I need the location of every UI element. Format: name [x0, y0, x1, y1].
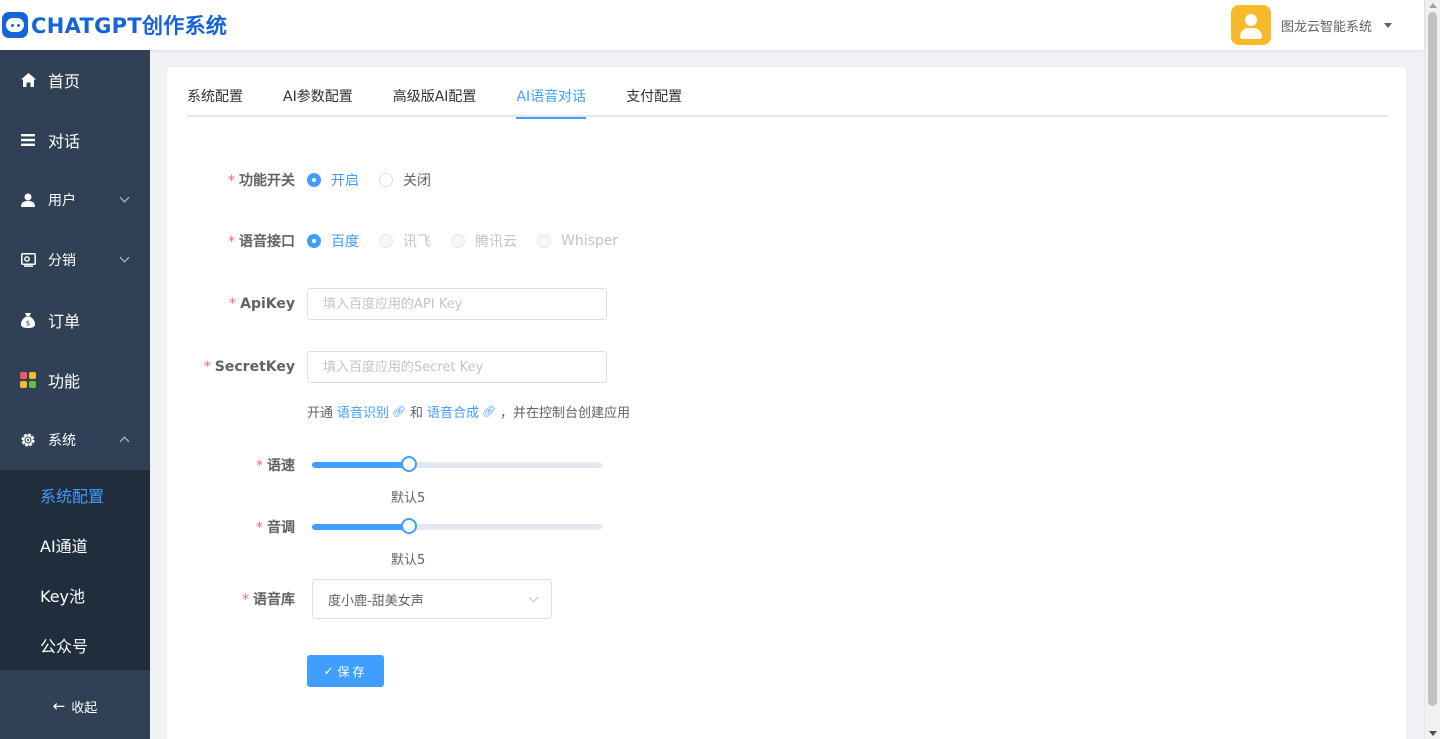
pitch-row: * 音调	[167, 517, 602, 537]
settings-card: 系统配置 AI参数配置 高级版AI配置 AI语音对话 支付配置 * 功能开关 开启…	[166, 66, 1407, 739]
apps-icon	[20, 372, 36, 388]
api-hint: 开通 语音识别 🔗︎ 和 语音合成 🔗︎ ，并在控制台创建应用	[307, 402, 630, 421]
apikey-input[interactable]	[307, 288, 607, 320]
voice-select-value: 度小鹿-甜美女声	[328, 593, 424, 609]
speed-label: * 语速	[256, 458, 295, 474]
radio-enable[interactable]: 开启	[307, 170, 359, 190]
chevron-down-icon	[119, 252, 130, 263]
secretkey-input[interactable]	[307, 351, 607, 383]
user-icon	[20, 192, 36, 208]
sidebar-item-chat[interactable]: 对话	[0, 110, 150, 170]
caret-down-icon[interactable]	[1384, 22, 1392, 28]
scroll-down-arrow-icon[interactable]	[1429, 731, 1437, 736]
arrow-left-icon: ←	[52, 697, 66, 715]
chevron-down-icon	[528, 592, 539, 603]
switch-row: * 功能开关 开启 关闭	[167, 170, 451, 190]
apikey-row: * ApiKey	[167, 288, 607, 320]
voice-select[interactable]: 度小鹿-甜美女声	[312, 579, 552, 619]
tab-ai-voice[interactable]: AI语音对话	[516, 67, 586, 119]
tab-system-config[interactable]: 系统配置	[187, 67, 243, 117]
sidebar-subitem-ai-channel[interactable]: AI通道	[0, 520, 150, 570]
radio-checked-icon	[307, 173, 321, 187]
scrollbar-thumb[interactable]	[1428, 12, 1437, 706]
speech-recognition-link[interactable]: 语音识别 🔗︎	[337, 402, 406, 421]
switch-label: * 功能开关	[228, 173, 295, 189]
pitch-default-note: 默认5	[391, 553, 426, 568]
sidebar-subitem-official-account[interactable]: 公众号	[0, 620, 150, 670]
speed-default-note: 默认5	[391, 491, 426, 506]
collapse-label: 收起	[71, 700, 98, 716]
chevron-up-icon	[119, 436, 130, 447]
slider-fill	[312, 524, 409, 530]
apikey-label: * ApiKey	[229, 296, 295, 312]
radio-baidu[interactable]: 百度	[307, 231, 359, 251]
radio-tencent[interactable]: 腾讯云	[451, 231, 517, 251]
radio-xunfei[interactable]: 讯飞	[379, 231, 431, 251]
logo-text: CHATGPT创作系统	[31, 14, 228, 38]
speed-slider[interactable]	[312, 456, 602, 472]
slider-handle[interactable]	[400, 456, 417, 472]
radio-unchecked-icon	[451, 234, 465, 248]
sidebar-item-user[interactable]: 用户	[0, 170, 150, 230]
slider-handle[interactable]	[400, 518, 417, 534]
avatar[interactable]	[1230, 5, 1271, 45]
share-icon	[20, 252, 36, 268]
sidebar-item-features[interactable]: 功能	[0, 350, 150, 410]
chevron-down-icon	[119, 192, 130, 203]
slider-fill	[312, 462, 409, 468]
collapse-sidebar-button[interactable]: ← 收起	[0, 673, 150, 739]
radio-whisper[interactable]: Whisper	[537, 233, 618, 249]
svg-text:$: $	[26, 319, 30, 327]
gear-icon	[20, 432, 36, 448]
voice-label: * 语音库	[242, 592, 295, 608]
save-button[interactable]: ✓ 保存	[307, 655, 384, 687]
radio-checked-icon	[307, 234, 321, 248]
tab-ai-params[interactable]: AI参数配置	[283, 67, 353, 117]
radio-unchecked-icon	[379, 173, 393, 187]
scroll-up-arrow-icon[interactable]	[1429, 3, 1437, 8]
home-icon	[20, 72, 36, 88]
system-submenu: 系统配置 AI通道 Key池 公众号	[0, 470, 150, 670]
sidebar-subitem-key-pool[interactable]: Key池	[0, 570, 150, 620]
sidebar-item-label: 功能	[48, 372, 81, 391]
check-icon: ✓	[323, 664, 334, 678]
list-icon	[20, 132, 36, 148]
api-row: * 语音接口 百度 讯飞 腾讯云 Whisper	[167, 231, 638, 251]
sidebar-item-label: 用户	[48, 193, 76, 209]
speech-synthesis-link[interactable]: 语音合成 🔗︎	[427, 402, 496, 421]
tab-payment[interactable]: 支付配置	[626, 67, 682, 117]
user-name: 图龙云智能系统	[1280, 19, 1372, 35]
api-label: * 语音接口	[228, 234, 295, 250]
sidebar-item-system[interactable]: 系统	[0, 410, 150, 470]
pitch-label: * 音调	[256, 520, 295, 536]
sidebar-item-orders[interactable]: $ 订单	[0, 290, 150, 350]
robot-logo-icon	[2, 12, 28, 38]
speed-row: * 语速	[167, 455, 602, 475]
sidebar: 首页 对话 用户 分销 $ 订单 功能 系统 系统配置 AI通道 Key池 公众…	[0, 50, 150, 739]
sidebar-subitem-system-config[interactable]: 系统配置	[0, 470, 150, 520]
pitch-slider[interactable]	[312, 518, 602, 534]
radio-unchecked-icon	[537, 234, 551, 248]
link-icon: 🔗︎	[482, 405, 496, 418]
logo[interactable]: CHATGPT创作系统	[2, 10, 227, 40]
sidebar-item-distribution[interactable]: 分销	[0, 230, 150, 290]
settings-tabs: 系统配置 AI参数配置 高级版AI配置 AI语音对话 支付配置	[187, 67, 1388, 119]
sidebar-item-label: 系统	[48, 433, 76, 449]
secretkey-row: * SecretKey	[167, 351, 607, 383]
voice-row: * 语音库 度小鹿-甜美女声	[167, 579, 552, 619]
secretkey-label: * SecretKey	[203, 359, 295, 375]
sidebar-item-label: 分销	[48, 253, 76, 269]
top-header: CHATGPT创作系统 图龙云智能系统	[0, 0, 1424, 50]
sidebar-item-label: 首页	[48, 72, 81, 91]
radio-disable[interactable]: 关闭	[379, 170, 431, 190]
vertical-scrollbar[interactable]	[1424, 0, 1440, 739]
radio-unchecked-icon	[379, 234, 393, 248]
user-menu[interactable]: 图龙云智能系统	[1230, 5, 1392, 45]
sidebar-item-label: 对话	[48, 132, 81, 151]
sidebar-item-home[interactable]: 首页	[0, 50, 150, 110]
sidebar-item-label: 订单	[48, 312, 81, 331]
money-bag-icon: $	[20, 312, 36, 328]
tab-advanced-ai[interactable]: 高级版AI配置	[393, 67, 477, 117]
link-icon: 🔗︎	[392, 405, 406, 418]
